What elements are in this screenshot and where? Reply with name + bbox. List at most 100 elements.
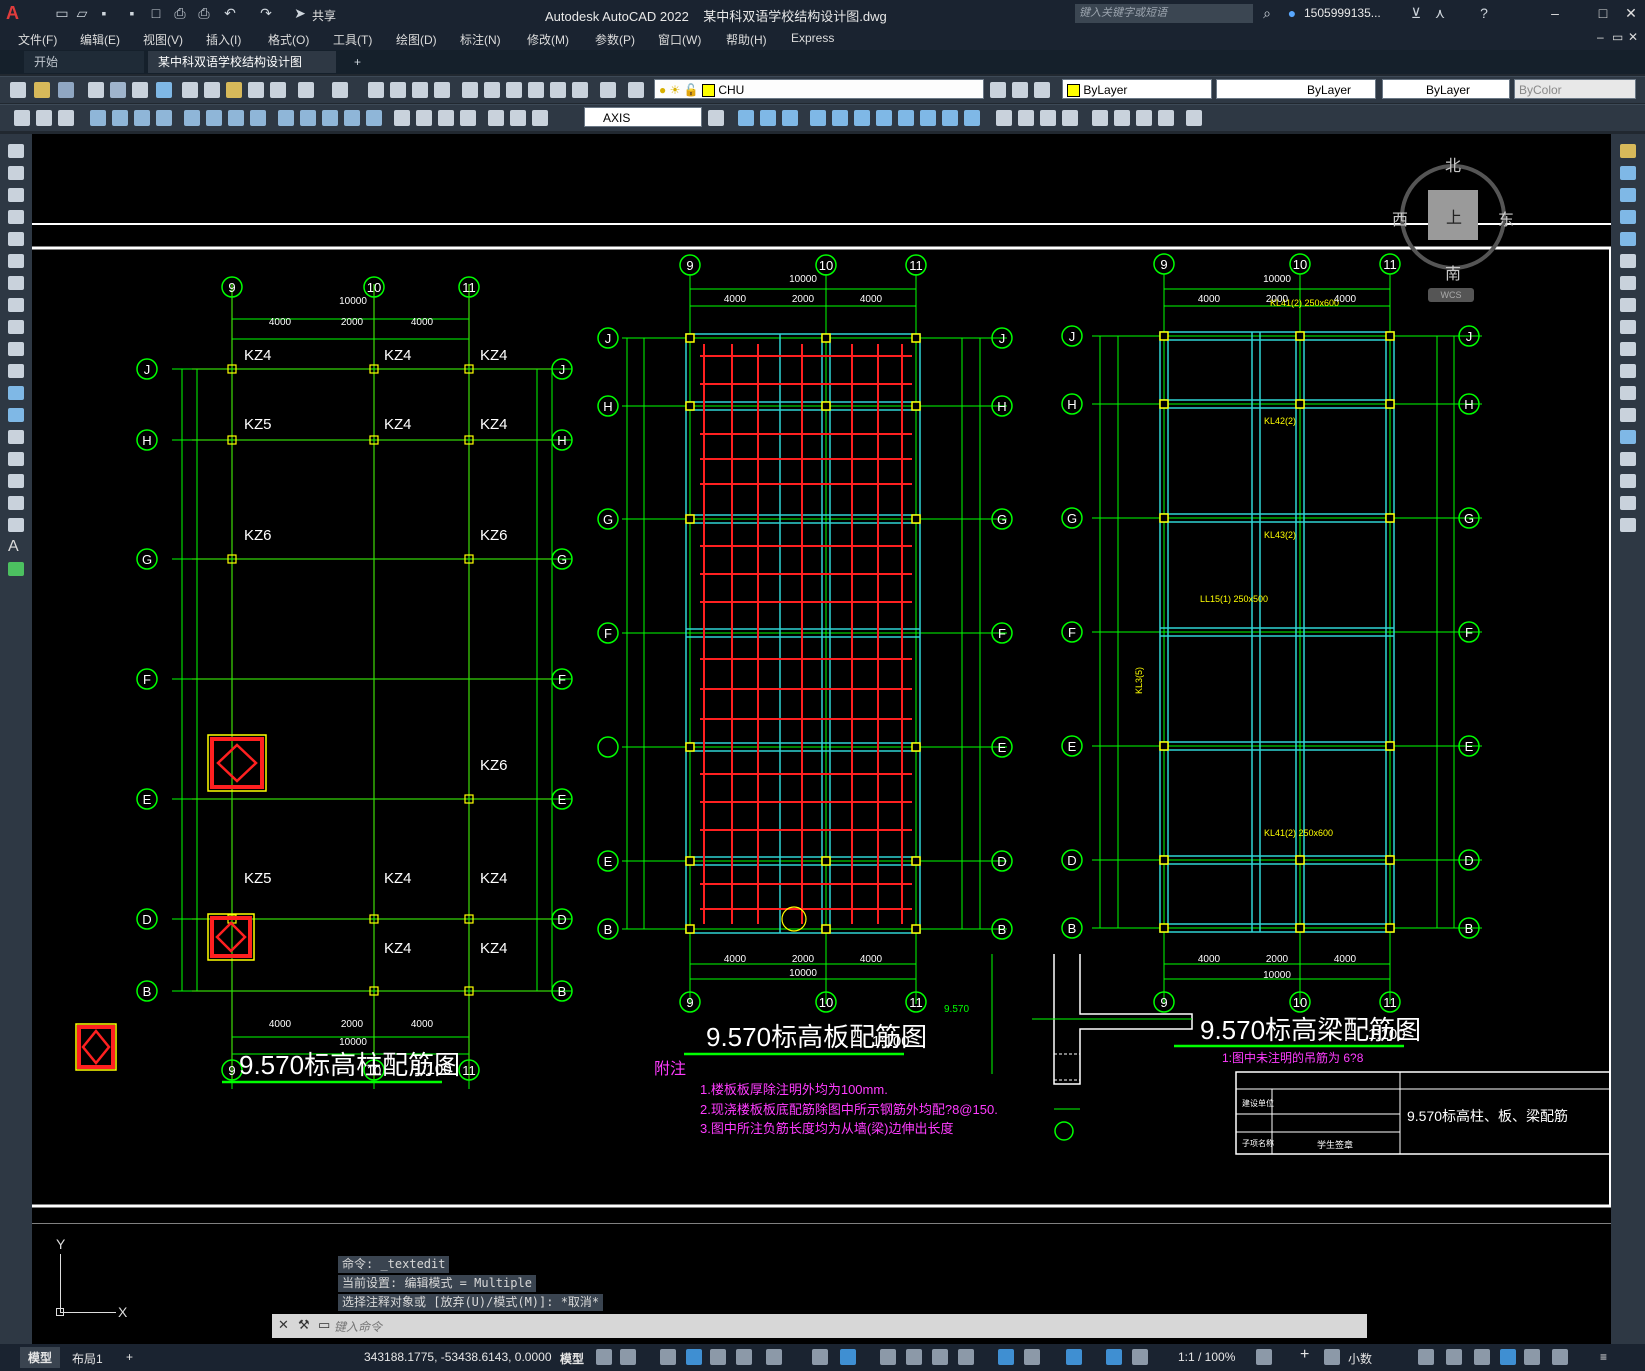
polyline-icon[interactable] (8, 188, 24, 202)
new-icon[interactable] (10, 82, 26, 98)
undo-icon[interactable] (298, 82, 314, 98)
snap-toggle-icon[interactable] (620, 1349, 636, 1365)
isolate-objects-icon[interactable] (1474, 1349, 1490, 1365)
tab-layout1[interactable]: 布局1 (72, 1350, 103, 1367)
viewcube-top-face[interactable]: 上 (1428, 190, 1478, 240)
copy-icon[interactable] (204, 82, 220, 98)
autoscale-icon[interactable] (1132, 1349, 1148, 1365)
workspace-gear-icon[interactable] (1256, 1349, 1272, 1365)
gizmo-icon[interactable] (1066, 1349, 1082, 1365)
coordinates-readout[interactable]: 343188.1775, -53438.6143, 0.0000 (364, 1350, 552, 1364)
jogged-dim-icon[interactable] (206, 110, 222, 126)
viewcube[interactable]: 上 北 南 西 东 (1386, 144, 1526, 284)
revcloud-icon[interactable] (8, 298, 24, 312)
annotation-scale[interactable]: 1:1 / 100% (1178, 1350, 1235, 1364)
ordinate-dim-icon[interactable] (156, 110, 172, 126)
table-icon[interactable] (8, 518, 24, 532)
dim-break-icon[interactable] (366, 110, 382, 126)
menu-file[interactable]: 文件(F) (18, 31, 57, 48)
print-icon[interactable]: ⎙ (196, 5, 212, 21)
hatch-icon[interactable] (8, 452, 24, 466)
layer-state-icon[interactable] (1034, 82, 1050, 98)
close-command-icon[interactable]: ✕ (278, 1317, 289, 1333)
viewcube-east[interactable]: 东 (1498, 206, 1514, 230)
menu-view[interactable]: 视图(V) (143, 31, 183, 48)
radius-dim-icon[interactable] (184, 110, 200, 126)
break-icon[interactable] (1620, 408, 1636, 422)
tool-palettes-icon[interactable] (506, 82, 522, 98)
3d-osnap-icon[interactable] (958, 1349, 974, 1365)
array-icon[interactable] (832, 110, 848, 126)
dim-space-icon[interactable] (344, 110, 360, 126)
paste-icon[interactable] (226, 82, 242, 98)
web-save-icon[interactable]: □ (148, 5, 164, 21)
save-icon[interactable] (58, 82, 74, 98)
maximize-button[interactable]: □ (1592, 4, 1614, 22)
move-icon[interactable] (1620, 254, 1636, 268)
scale-icon[interactable] (876, 110, 892, 126)
status-menu-icon[interactable]: ≡ (1600, 1350, 1607, 1364)
transparency-icon[interactable] (906, 1349, 922, 1365)
dim-edit-icon[interactable] (488, 110, 504, 126)
center-mark-icon[interactable] (416, 110, 432, 126)
group-edit-icon[interactable] (1136, 110, 1152, 126)
menu-help[interactable]: 帮助(H) (726, 31, 767, 48)
save-icon[interactable]: ▪ (96, 5, 112, 21)
user-icon[interactable]: ● (1284, 5, 1300, 21)
calculator-icon[interactable] (572, 82, 588, 98)
menu-dimension[interactable]: 标注(N) (460, 31, 501, 48)
line-icon[interactable] (8, 144, 24, 158)
rectangle-icon[interactable] (8, 232, 24, 246)
new-tab-button[interactable]: + (344, 51, 370, 73)
cut-icon[interactable] (182, 82, 198, 98)
join-icon[interactable] (1620, 430, 1636, 444)
tab-model[interactable]: 模型 (20, 1347, 61, 1368)
redo-icon[interactable] (332, 82, 348, 98)
construction-line-icon[interactable] (8, 166, 24, 180)
quick-dim-icon[interactable] (278, 110, 294, 126)
rotate-icon[interactable] (854, 110, 870, 126)
spline-icon[interactable] (8, 320, 24, 334)
menu-draw[interactable]: 绘图(D) (396, 31, 437, 48)
explode-icon[interactable] (1040, 110, 1056, 126)
move-icon[interactable] (738, 110, 754, 126)
mirror-icon[interactable] (782, 110, 798, 126)
aligned-dim-icon[interactable] (112, 110, 128, 126)
trim-icon[interactable] (1620, 342, 1636, 356)
arc-length-icon[interactable] (134, 110, 150, 126)
doc-restore-button[interactable]: ▭ (1612, 30, 1623, 44)
offset-icon[interactable] (810, 110, 826, 126)
layer-properties-icon[interactable] (628, 82, 644, 98)
insert-block-icon[interactable] (14, 110, 30, 126)
blend-icon[interactable] (1620, 496, 1636, 510)
stretch-icon[interactable] (898, 110, 914, 126)
layer-dropdown[interactable]: ● ☀ 🔓 CHU (654, 79, 984, 99)
zoom-previous-icon[interactable] (434, 82, 450, 98)
mtext-icon[interactable]: A (8, 539, 24, 555)
stretch-icon[interactable] (1620, 320, 1636, 334)
match-prop-icon[interactable] (248, 82, 264, 98)
dim-text-edit-icon[interactable] (510, 110, 526, 126)
viewcube-south[interactable]: 南 (1445, 260, 1461, 284)
account-icon[interactable]: ⋏ (1432, 5, 1448, 21)
gradient-icon[interactable] (8, 474, 24, 488)
properties-icon[interactable] (462, 82, 478, 98)
dynamic-ucs-icon[interactable] (998, 1349, 1014, 1365)
menu-edit[interactable]: 编辑(E) (80, 31, 120, 48)
hatch-icon[interactable] (58, 110, 74, 126)
markup-icon[interactable] (550, 82, 566, 98)
close-button[interactable]: ✕ (1620, 4, 1642, 22)
tab-start[interactable]: 开始 (24, 51, 144, 73)
make-current-icon[interactable] (990, 82, 1006, 98)
mirror-icon[interactable] (1620, 188, 1636, 202)
add-layout-button[interactable]: + (126, 1350, 133, 1364)
chamfer-icon[interactable] (1018, 110, 1034, 126)
plotstyle-dropdown[interactable]: ByColor (1514, 79, 1636, 99)
jogged-linear-icon[interactable] (460, 110, 476, 126)
continue-dim-icon[interactable] (322, 110, 338, 126)
viewcube-west[interactable]: 西 (1392, 206, 1408, 230)
preview-icon[interactable] (110, 82, 126, 98)
color-dropdown[interactable]: ByLayer (1062, 79, 1212, 99)
group-icon[interactable] (1092, 110, 1108, 126)
infer-constraints-icon[interactable] (660, 1349, 676, 1365)
